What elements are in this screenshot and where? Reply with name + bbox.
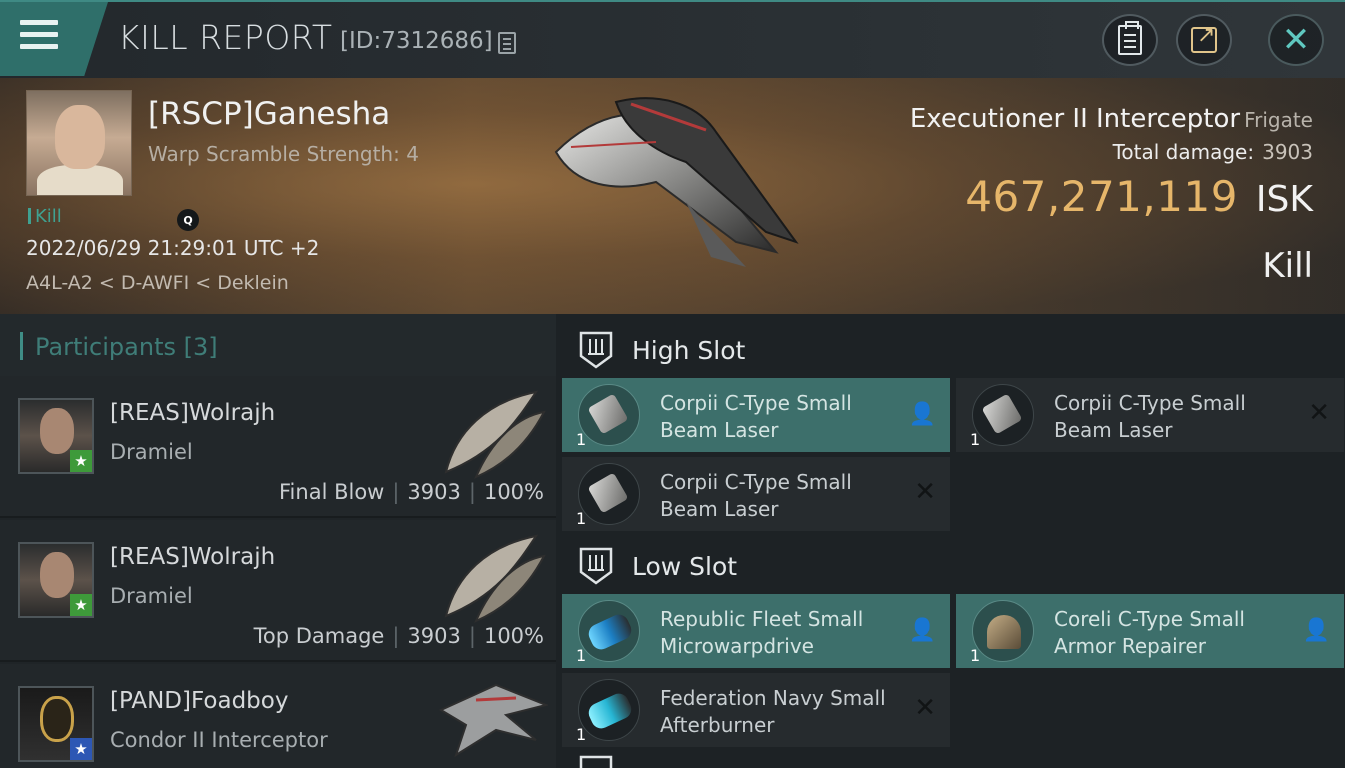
participant-row[interactable]: ★ [REAS]Wolrajh Dramiel Top Damage | 3903 |… xyxy=(0,520,556,662)
participant-name: [REAS]Wolrajh xyxy=(110,400,276,426)
participant-ship: Condor II Interceptor xyxy=(110,728,328,752)
low-slot-label: Low Slot xyxy=(632,552,738,581)
page-title: KILL REPORT xyxy=(118,18,333,57)
participant-ship: Dramiel xyxy=(110,440,193,464)
victim-ship-image[interactable] xyxy=(536,92,806,282)
x-icon: ✕ xyxy=(914,477,936,507)
module-name: Coreli C-Type Small Armor Repairer xyxy=(1054,607,1245,658)
participant-ship: Dramiel xyxy=(110,584,193,608)
microwarpdrive-icon xyxy=(578,600,640,662)
star-icon: ★ xyxy=(70,450,92,472)
low-slot-icon xyxy=(579,547,613,585)
avatar[interactable]: ★ xyxy=(18,398,94,474)
participant-row[interactable]: ★ [PAND]Foadboy Condor II Interceptor xyxy=(0,664,556,768)
module-item[interactable]: 1 Republic Fleet Small Microwarpdrive 👤 xyxy=(562,594,950,668)
share-icon xyxy=(1191,23,1217,53)
participant-ship-image xyxy=(444,390,546,479)
x-icon: ✕ xyxy=(1308,398,1330,428)
participant-stats: Final Blow | 3903 | 100% xyxy=(279,480,544,504)
victim-ship-name[interactable]: Executioner II Interceptor Frigate xyxy=(910,104,1313,134)
avatar[interactable]: ★ xyxy=(18,542,94,618)
module-quantity: 1 xyxy=(576,646,587,665)
participant-row[interactable]: ★ [REAS]Wolrajh Dramiel Final Blow | 3903 |… xyxy=(0,376,556,518)
beam-laser-icon xyxy=(578,384,640,446)
avatar[interactable]: ★ xyxy=(18,686,94,762)
star-icon: ★ xyxy=(70,594,92,616)
clipboard-button[interactable] xyxy=(1102,14,1158,66)
victim-name[interactable]: [RSCP]Ganesha xyxy=(148,96,390,132)
close-button[interactable]: ✕ xyxy=(1268,14,1324,66)
module-quantity: 1 xyxy=(576,725,587,744)
module-item[interactable]: 1 Corpii C-Type Small Beam Laser ✕ xyxy=(562,457,950,531)
x-icon: ✕ xyxy=(914,693,936,723)
person-icon: 👤 xyxy=(908,618,936,643)
participant-name: [PAND]Foadboy xyxy=(110,688,289,714)
fitting-panel: High Slot 1 Corpii C-Type Small Beam Las… xyxy=(556,314,1345,768)
module-name: Corpii C-Type Small Beam Laser xyxy=(1054,391,1246,442)
person-icon: 👤 xyxy=(1302,618,1330,643)
copy-icon[interactable] xyxy=(498,32,516,54)
module-quantity: 1 xyxy=(576,509,587,528)
module-quantity: 1 xyxy=(970,430,981,449)
victim-detail: Warp Scramble Strength: 4 xyxy=(148,142,419,166)
report-id: [ID:7312686] xyxy=(340,28,493,54)
participants-header: Participants [3] xyxy=(0,314,556,376)
participant-stats: Top Damage | 3903 | 100% xyxy=(253,624,544,648)
victim-banner: [RSCP]Ganesha Warp Scramble Strength: 4 … xyxy=(0,78,1345,314)
module-name: Corpii C-Type Small Beam Laser xyxy=(660,391,852,442)
module-item[interactable]: 1 Corpii C-Type Small Beam Laser ✕ xyxy=(956,378,1344,452)
clipboard-icon xyxy=(1118,21,1142,55)
participant-ship-image xyxy=(438,683,548,758)
hamburger-menu-icon[interactable] xyxy=(20,20,58,50)
module-item[interactable]: 1 Federation Navy Small Afterburner ✕ xyxy=(562,673,950,747)
high-slot-label: High Slot xyxy=(632,336,746,365)
module-name: Federation Navy Small Afterburner xyxy=(660,686,886,737)
share-button[interactable] xyxy=(1176,14,1232,66)
module-quantity: 1 xyxy=(576,430,587,449)
star-icon: ★ xyxy=(70,738,92,760)
beam-laser-icon xyxy=(578,463,640,525)
module-name: Corpii C-Type Small Beam Laser xyxy=(660,470,852,521)
module-item[interactable]: 1 Corpii C-Type Small Beam Laser 👤 xyxy=(562,378,950,452)
top-bar: KILL REPORT [ID:7312686] ✕ xyxy=(0,0,1345,78)
module-item[interactable]: 1 Coreli C-Type Small Armor Repairer 👤 xyxy=(956,594,1344,668)
total-damage: Total damage: 3903 xyxy=(1112,140,1313,164)
kill-tag: Kill xyxy=(28,206,62,227)
search-icon[interactable]: Q xyxy=(177,209,199,231)
armor-repairer-icon xyxy=(972,600,1034,662)
victim-portrait[interactable] xyxy=(26,90,132,196)
kill-datetime: 2022/06/29 21:29:01 UTC +2 xyxy=(26,236,320,260)
close-icon: ✕ xyxy=(1281,20,1311,60)
person-icon: 👤 xyxy=(908,402,936,427)
isk-value: 467,271,119 ISK xyxy=(965,172,1313,221)
kill-result: Kill xyxy=(1262,246,1313,286)
high-slot-icon xyxy=(579,331,613,369)
participants-title: Participants [3] xyxy=(20,332,218,361)
module-name: Republic Fleet Small Microwarpdrive xyxy=(660,607,864,658)
kill-location[interactable]: A4L-A2 < D-AWFI < Deklein xyxy=(26,272,289,294)
beam-laser-icon xyxy=(972,384,1034,446)
slot-icon xyxy=(579,755,613,768)
victim-ship-class: Frigate xyxy=(1244,108,1313,132)
afterburner-icon xyxy=(578,679,640,741)
participants-panel: Participants [3] ★ [REAS]Wolrajh Dramiel… xyxy=(0,314,556,768)
participant-name: [REAS]Wolrajh xyxy=(110,544,276,570)
participant-ship-image xyxy=(444,534,546,623)
module-quantity: 1 xyxy=(970,646,981,665)
